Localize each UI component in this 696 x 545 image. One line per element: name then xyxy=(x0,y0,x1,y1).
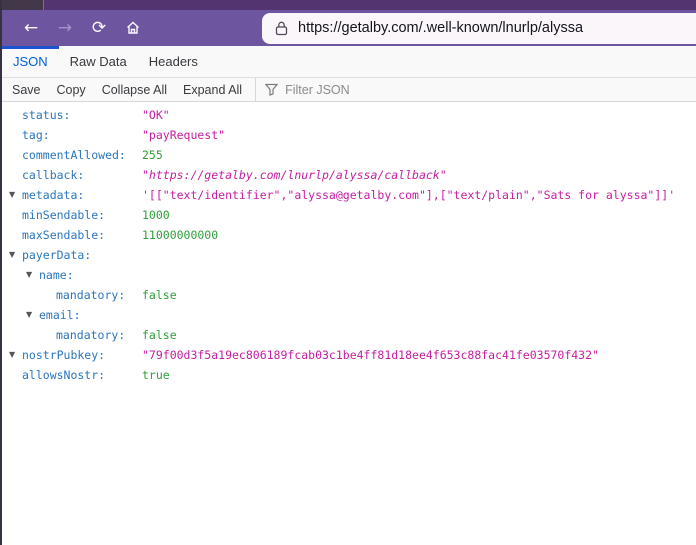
json-value: 1000 xyxy=(142,208,170,222)
filter-funnel-icon xyxy=(265,83,279,96)
filter-container xyxy=(256,82,696,97)
json-row[interactable]: ▼ payerData: xyxy=(2,245,696,265)
json-key: nostrPubkey: xyxy=(22,348,106,362)
browser-tab-strip[interactable] xyxy=(2,0,44,10)
reload-icon[interactable]: ⟳ xyxy=(84,13,114,43)
json-key: metadata: xyxy=(22,188,85,202)
tab-headers[interactable]: Headers xyxy=(138,46,209,77)
json-value: false xyxy=(142,288,177,302)
json-tree: status: "OK" tag: "payRequest" commentAllowe… xyxy=(2,102,696,385)
json-row[interactable]: status: "OK" xyxy=(2,105,696,125)
collapse-toggle-icon[interactable]: ▼ xyxy=(9,245,22,265)
devtools-tab-bar: JSON Raw Data Headers xyxy=(2,46,696,78)
json-row[interactable]: ▼ nostrPubkey: "79f00d3f5a19ec806189fcab03… xyxy=(2,345,696,365)
collapse-toggle-icon[interactable]: ▼ xyxy=(26,265,39,285)
collapse-toggle-icon[interactable]: ▼ xyxy=(9,185,22,205)
json-key: mandatory: xyxy=(56,288,126,302)
browser-window: ← → ⟳ https://getalby.com/.well-known/ln… xyxy=(0,0,696,545)
json-value: '[["text/identifier","alyssa@getalby.com… xyxy=(142,188,676,202)
forward-icon[interactable]: → xyxy=(50,13,80,43)
json-key: status: xyxy=(22,108,71,122)
json-row[interactable]: mandatory: false xyxy=(2,285,696,305)
save-button[interactable]: Save xyxy=(4,78,49,101)
browser-navbar: ← → ⟳ https://getalby.com/.well-known/ln… xyxy=(2,10,696,46)
filter-json-input[interactable] xyxy=(285,82,696,97)
expand-all-button[interactable]: Expand All xyxy=(175,78,250,101)
json-row[interactable]: minSendable: 1000 xyxy=(2,205,696,225)
lock-icon[interactable] xyxy=(275,21,288,36)
json-key: mandatory: xyxy=(56,328,126,342)
json-key: name: xyxy=(39,268,74,282)
json-value: 255 xyxy=(142,148,163,162)
json-row[interactable]: ▼ metadata: '[["text/identifier","alyssa@g… xyxy=(2,185,696,205)
json-key: minSendable: xyxy=(22,208,106,222)
json-value: false xyxy=(142,328,177,342)
json-key: email: xyxy=(39,308,81,322)
json-row[interactable]: maxSendable: 11000000000 xyxy=(2,225,696,245)
url-bar[interactable]: https://getalby.com/.well-known/lnurlp/a… xyxy=(262,12,696,44)
url-text: https://getalby.com/.well-known/lnurlp/a… xyxy=(298,20,584,36)
copy-button[interactable]: Copy xyxy=(49,78,94,101)
json-row[interactable]: callback: "https://getalby.com/lnurlp/aly… xyxy=(2,165,696,185)
json-row[interactable]: ▼ email: xyxy=(2,305,696,325)
collapse-toggle-icon[interactable]: ▼ xyxy=(26,305,39,325)
json-row[interactable]: ▼ name: xyxy=(2,265,696,285)
json-key: maxSendable: xyxy=(22,228,106,242)
json-value: "payRequest" xyxy=(142,128,226,142)
json-value-link[interactable]: "https://getalby.com/lnurlp/alyssa/callb… xyxy=(142,165,447,185)
json-value: true xyxy=(142,368,170,382)
json-row[interactable]: mandatory: false xyxy=(2,325,696,345)
tab-raw-data[interactable]: Raw Data xyxy=(59,46,138,77)
collapse-all-button[interactable]: Collapse All xyxy=(94,78,175,101)
collapse-toggle-icon[interactable]: ▼ xyxy=(9,345,22,365)
json-row[interactable]: allowsNostr: true xyxy=(2,365,696,385)
json-key: commentAllowed: xyxy=(22,148,126,162)
json-key: callback: xyxy=(22,168,85,182)
json-row[interactable]: commentAllowed: 255 xyxy=(2,145,696,165)
json-row[interactable]: tag: "payRequest" xyxy=(2,125,696,145)
json-value: "79f00d3f5a19ec806189fcab03c1be4ff81d18e… xyxy=(142,348,599,362)
json-value: "OK" xyxy=(142,108,170,122)
browser-titlebar xyxy=(2,0,696,10)
home-icon[interactable] xyxy=(118,13,148,43)
devtools-toolbar: Save Copy Collapse All Expand All xyxy=(2,78,696,102)
toolbar-buttons-container: Save Copy Collapse All Expand All xyxy=(4,78,250,101)
back-icon[interactable]: ← xyxy=(16,13,46,43)
json-key: allowsNostr: xyxy=(22,368,106,382)
json-value: 11000000000 xyxy=(142,228,219,242)
tab-json[interactable]: JSON xyxy=(2,46,59,77)
json-key: tag: xyxy=(22,128,50,142)
json-key: payerData: xyxy=(22,248,92,262)
